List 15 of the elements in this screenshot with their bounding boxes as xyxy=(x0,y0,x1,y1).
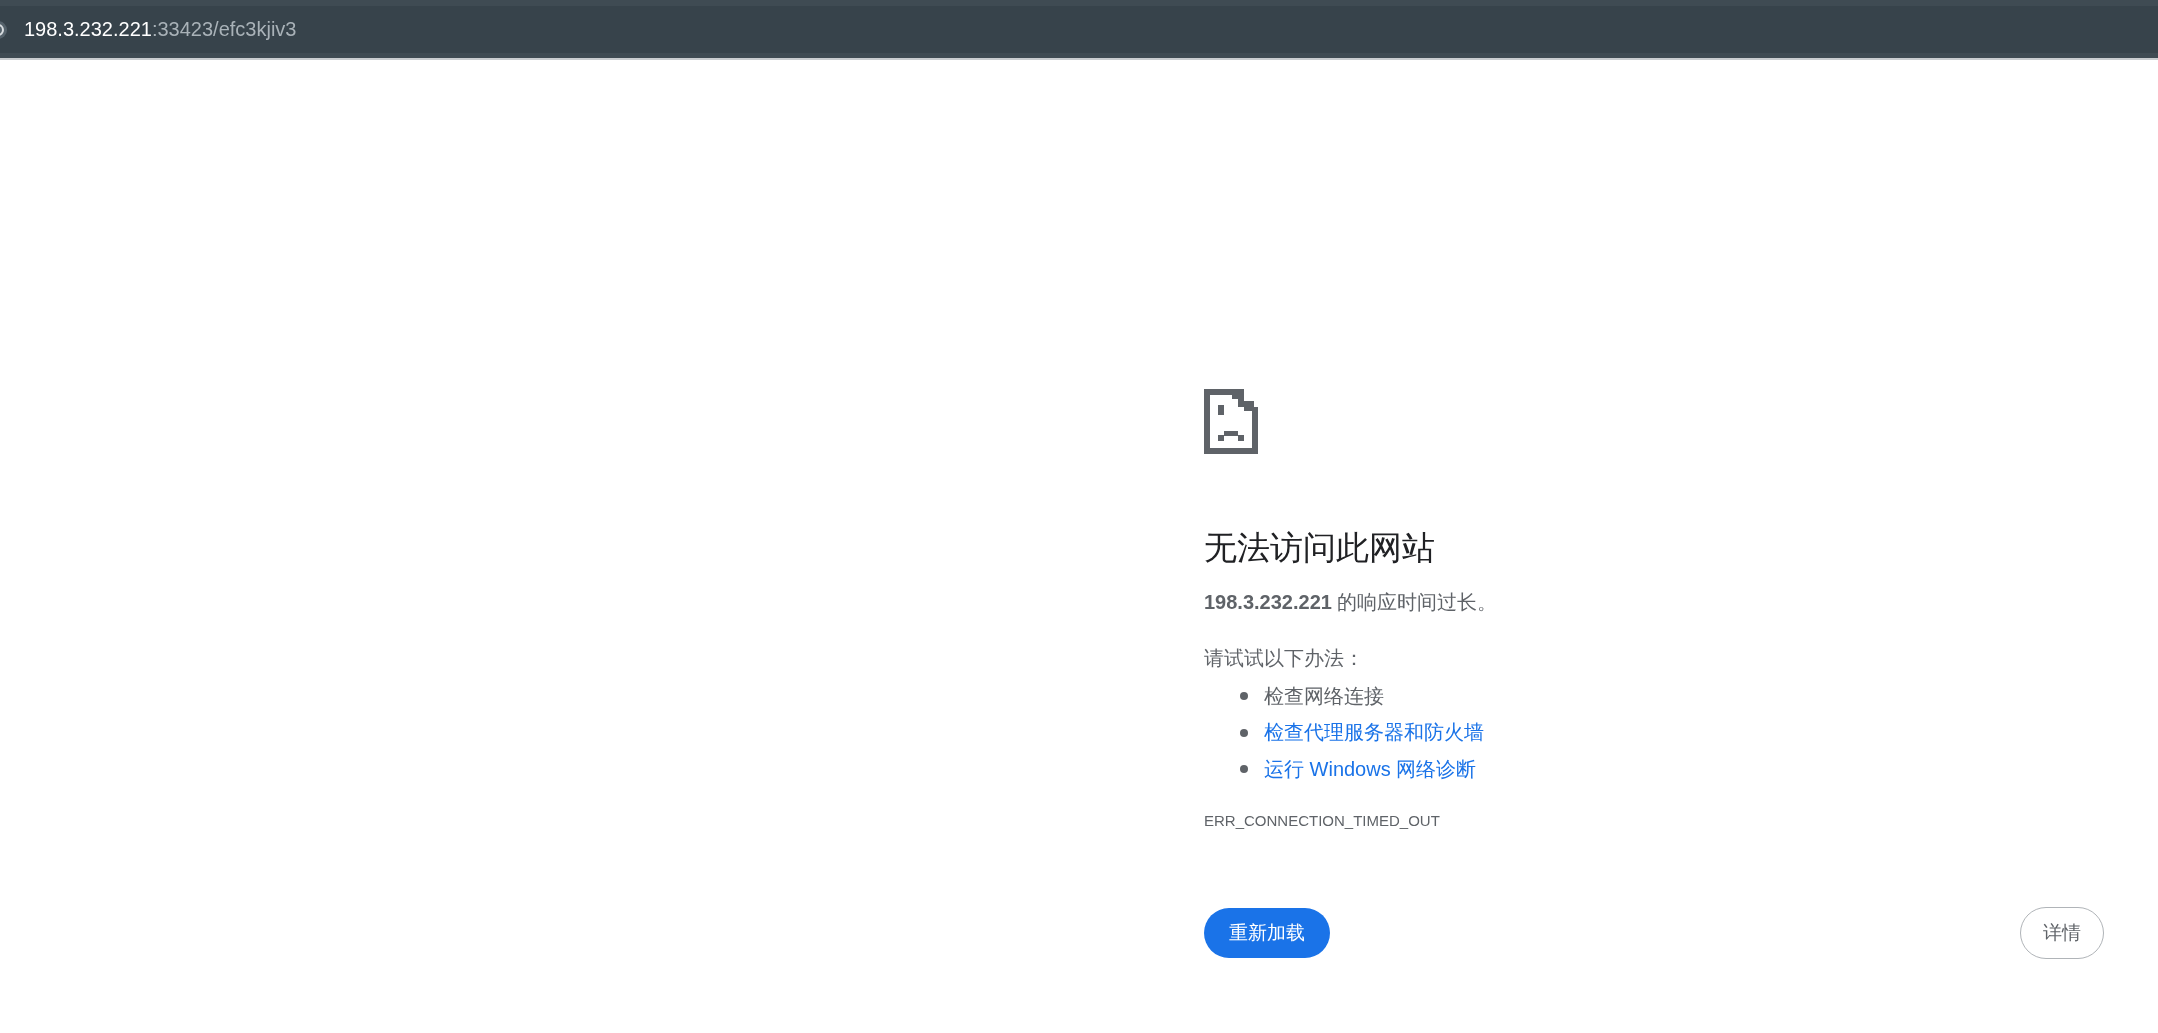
sad-document-icon xyxy=(1204,389,1258,454)
error-title: 无法访问此网站 xyxy=(1204,528,1436,568)
bullet-icon xyxy=(1240,765,1248,774)
suggestion-link[interactable]: 运行 Windows 网络诊断 xyxy=(1264,755,1477,783)
bullet-icon xyxy=(1240,692,1248,701)
suggestions-intro: 请试试以下办法： xyxy=(1204,646,1365,671)
bullet-icon xyxy=(1240,728,1248,737)
details-button[interactable]: 详情 xyxy=(2020,906,2104,959)
url-field[interactable]: 198.3.232.221:33423/efc3kjiv3 xyxy=(0,6,2158,53)
error-message: 198.3.232.221 的响应时间过长。 xyxy=(1204,590,1499,615)
error-code: ERR_CONNECTION_TIMED_OUT xyxy=(1204,811,1441,829)
suggestion-text: 检查网络连接 xyxy=(1264,683,1384,709)
url-text: 198.3.232.221:33423/efc3kjiv3 xyxy=(24,18,297,41)
reload-button[interactable]: 重新加载 xyxy=(1204,907,1330,958)
suggestion-link[interactable]: 检查代理服务器和防火墙 xyxy=(1264,719,1484,747)
